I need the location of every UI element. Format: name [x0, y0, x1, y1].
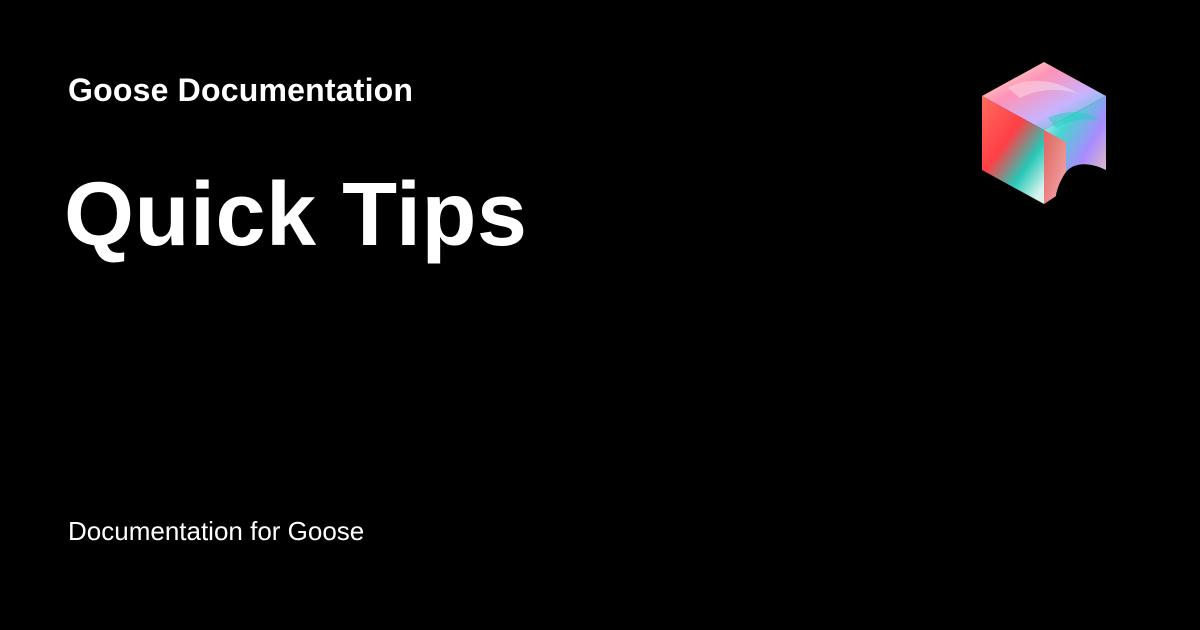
cube-logo-icon — [978, 58, 1110, 208]
page-description: Documentation for Goose — [68, 516, 365, 546]
site-title: Goose Documentation — [68, 72, 414, 108]
page-title: Quick Tips — [64, 165, 528, 265]
